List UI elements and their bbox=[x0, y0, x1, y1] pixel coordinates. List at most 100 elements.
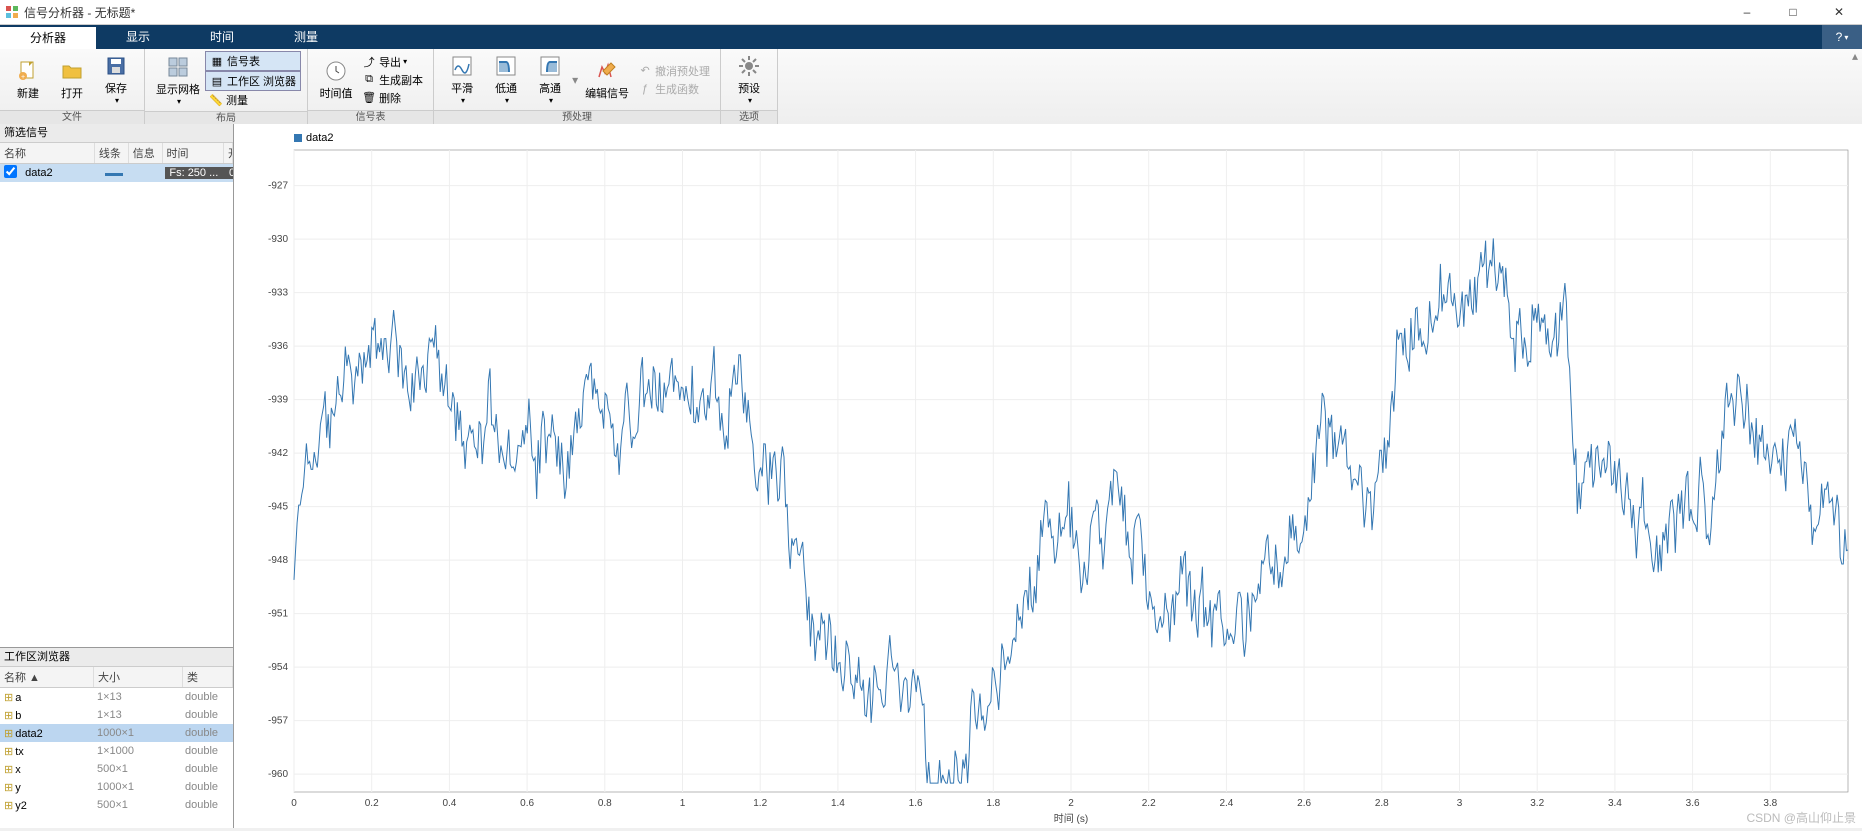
help-button[interactable]: ? ▾ bbox=[1822, 25, 1862, 49]
list-item[interactable]: ⊞tx 1×1000 double bbox=[0, 742, 233, 760]
svg-text:-960: -960 bbox=[268, 769, 288, 780]
export-button[interactable]: ⤴导出▾ bbox=[358, 53, 427, 71]
variable-icon: ⊞ bbox=[4, 746, 13, 758]
group-file: + 新建 打开 保存 ▾ 文件 bbox=[0, 49, 145, 125]
workspace-browser-toggle[interactable]: ▤工作区 浏览器 bbox=[205, 71, 301, 91]
tab-measure[interactable]: 测量 bbox=[264, 25, 348, 49]
list-item[interactable]: ⊞y2 500×1 double bbox=[0, 796, 233, 814]
svg-text:时间 (s): 时间 (s) bbox=[1054, 812, 1088, 825]
legend-label: data2 bbox=[306, 132, 334, 144]
svg-text:3.6: 3.6 bbox=[1686, 798, 1700, 809]
gear-icon bbox=[737, 54, 761, 78]
svg-text:1.2: 1.2 bbox=[753, 798, 767, 809]
svg-text:1.6: 1.6 bbox=[909, 798, 923, 809]
list-item[interactable]: ⊞data2 1000×1 double bbox=[0, 724, 233, 742]
title-bar: 信号分析器 - 无标题* – □ ✕ bbox=[0, 0, 1862, 25]
time-value-button[interactable]: 时间值 bbox=[316, 52, 356, 108]
chevron-down-icon: ▾ bbox=[461, 96, 465, 105]
svg-text:0.6: 0.6 bbox=[520, 798, 534, 809]
table-row[interactable]: data2 Fs: 250 ... 0... bbox=[0, 164, 233, 182]
svg-text:-942: -942 bbox=[268, 448, 288, 459]
save-button[interactable]: 保存 ▾ bbox=[96, 52, 136, 108]
folder-open-icon bbox=[60, 59, 84, 83]
svg-text:-948: -948 bbox=[268, 555, 288, 566]
svg-text:1.4: 1.4 bbox=[831, 798, 845, 809]
function-icon: ƒ bbox=[638, 82, 652, 96]
close-button[interactable]: ✕ bbox=[1816, 0, 1862, 24]
signal-table-body[interactable]: data2 Fs: 250 ... 0... bbox=[0, 164, 233, 647]
col-ws-name[interactable]: 名称 ▲ bbox=[0, 667, 94, 687]
delete-button[interactable]: 🗑删除 bbox=[358, 89, 427, 107]
highpass-button[interactable]: 高通▾ bbox=[530, 52, 570, 108]
list-item[interactable]: ⊞a 1×13 double bbox=[0, 688, 233, 706]
workspace-icon: ▤ bbox=[210, 74, 224, 88]
show-grid-button[interactable]: 显示网格 ▾ bbox=[153, 52, 203, 108]
new-file-icon: + bbox=[16, 59, 40, 83]
copy-button[interactable]: ⧉生成副本 bbox=[358, 71, 427, 89]
group-signal-table: 时间值 ⤴导出▾ ⧉生成副本 🗑删除 信号表 bbox=[308, 49, 434, 125]
row-name: data2 bbox=[21, 167, 100, 179]
clock-icon bbox=[324, 59, 348, 83]
trash-icon: 🗑 bbox=[362, 91, 376, 105]
minimize-button[interactable]: – bbox=[1724, 0, 1770, 24]
col-ws-size[interactable]: 大小 bbox=[94, 667, 183, 687]
plot-area[interactable]: data2 00.20.40.60.811.21.41.61.822.22.42… bbox=[234, 124, 1862, 828]
list-item[interactable]: ⊞y 1000×1 double bbox=[0, 778, 233, 796]
list-item[interactable]: ⊞x 500×1 double bbox=[0, 760, 233, 778]
svg-text:2.8: 2.8 bbox=[1375, 798, 1389, 809]
preset-button[interactable]: 预设▾ bbox=[729, 52, 769, 108]
col-name[interactable]: 名称 bbox=[0, 143, 95, 163]
tab-show[interactable]: 显示 bbox=[96, 25, 180, 49]
maximize-button[interactable]: □ bbox=[1770, 0, 1816, 24]
chevron-down-icon: ▾ bbox=[748, 96, 752, 105]
ws-panel-header: 工作区浏览器 bbox=[0, 648, 233, 667]
col-info[interactable]: 信息 bbox=[129, 143, 163, 163]
tab-analyzer[interactable]: 分析器 bbox=[0, 25, 96, 49]
variable-icon: ⊞ bbox=[4, 764, 13, 776]
svg-text:3.2: 3.2 bbox=[1530, 798, 1544, 809]
lowpass-icon bbox=[494, 54, 518, 78]
col-ws-class[interactable]: 类 bbox=[183, 667, 233, 687]
chevron-down-icon: ▾ bbox=[177, 97, 181, 106]
chart-legend: data2 bbox=[294, 132, 334, 144]
col-time[interactable]: 时间 bbox=[163, 143, 224, 163]
window-title: 信号分析器 - 无标题* bbox=[24, 4, 1724, 21]
edit-signal-button[interactable]: 编辑信号 bbox=[582, 52, 632, 108]
svg-text:2.4: 2.4 bbox=[1219, 798, 1233, 809]
svg-text:3.4: 3.4 bbox=[1608, 798, 1622, 809]
col-line[interactable]: 线条 bbox=[95, 143, 129, 163]
legend-swatch bbox=[294, 134, 302, 142]
lowpass-button[interactable]: 低通▾ bbox=[486, 52, 526, 108]
group-options: 预设▾ 选项 bbox=[721, 49, 778, 125]
row-time: Fs: 250 ... bbox=[165, 167, 225, 179]
col-start[interactable]: 开 bbox=[224, 143, 233, 163]
svg-text:-957: -957 bbox=[268, 716, 288, 727]
svg-text:3.8: 3.8 bbox=[1763, 798, 1777, 809]
svg-text:-936: -936 bbox=[268, 341, 288, 352]
row-start: 0... bbox=[225, 167, 233, 179]
list-item[interactable]: ⊞b 1×13 double bbox=[0, 706, 233, 724]
svg-text:-933: -933 bbox=[268, 288, 288, 299]
generate-function-button: ƒ生成函数 bbox=[634, 80, 714, 98]
edit-signal-icon bbox=[595, 59, 619, 83]
open-button[interactable]: 打开 bbox=[52, 52, 92, 108]
ws-table-header: 名称 ▲ 大小 类 bbox=[0, 667, 233, 688]
group-layout: 显示网格 ▾ ▦信号表 ▤工作区 浏览器 📏测量 布局 bbox=[145, 49, 308, 125]
ws-table-body[interactable]: ⊞a 1×13 double⊞b 1×13 double⊞data2 1000×… bbox=[0, 688, 233, 828]
tab-time[interactable]: 时间 bbox=[180, 25, 264, 49]
smooth-button[interactable]: 平滑▾ bbox=[442, 52, 482, 108]
line-style-swatch bbox=[105, 173, 123, 176]
svg-text:0.8: 0.8 bbox=[598, 798, 612, 809]
save-icon bbox=[104, 54, 128, 78]
main-tabstrip: 分析器 显示 时间 测量 ? ▾ bbox=[0, 25, 1862, 49]
measure-toggle[interactable]: 📏测量 bbox=[205, 91, 301, 109]
app-logo-icon bbox=[4, 4, 20, 20]
time-series-chart[interactable]: 00.20.40.60.811.21.41.61.822.22.42.62.83… bbox=[234, 124, 1862, 828]
signal-table-toggle[interactable]: ▦信号表 bbox=[205, 51, 301, 71]
new-button[interactable]: + 新建 bbox=[8, 52, 48, 108]
chevron-down-icon: ▾ bbox=[505, 96, 509, 105]
svg-text:-927: -927 bbox=[268, 181, 288, 192]
row-checkbox[interactable] bbox=[4, 165, 17, 178]
svg-text:2.6: 2.6 bbox=[1297, 798, 1311, 809]
collapse-toolstrip-button[interactable]: ▴ bbox=[1848, 49, 1862, 125]
